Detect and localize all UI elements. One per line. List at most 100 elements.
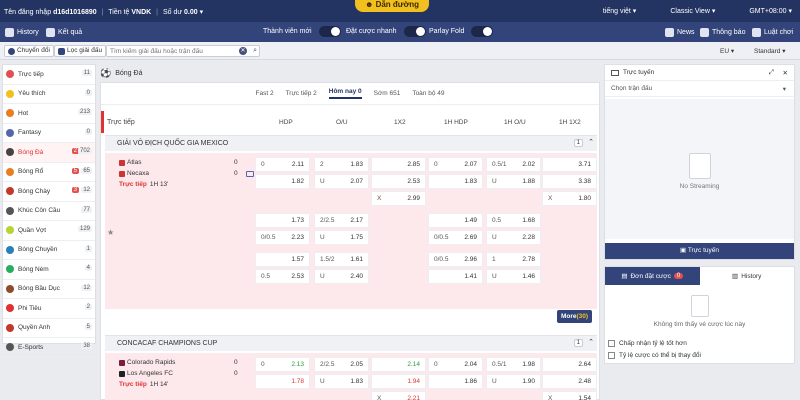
odds-cell[interactable]: 1.94	[371, 374, 426, 389]
tab-history[interactable]: ▥ History	[700, 267, 795, 285]
odds-cell[interactable]: X 1.80	[542, 191, 597, 206]
sidebar-item[interactable]: Khúc Côn Cầu 77	[3, 202, 95, 221]
notice-button[interactable]: Thông báo	[700, 28, 745, 37]
odds-cell[interactable]: X 2.99	[371, 191, 426, 206]
accept-better-odds-checkbox[interactable]: Chấp nhận tỷ lệ tốt hơn	[608, 340, 687, 347]
tab-market[interactable]: Trực tiếp 2	[286, 90, 317, 97]
match-select[interactable]: Chọn trận đấu ▾	[605, 81, 794, 97]
odds-cell[interactable]: 1.73	[255, 213, 310, 228]
history-button[interactable]: History	[5, 28, 39, 37]
result-button[interactable]: Kết quả	[46, 28, 82, 37]
timezone-select[interactable]: GMT+08:00	[749, 7, 792, 15]
view-select[interactable]: Classic View	[670, 7, 715, 15]
odds-cell[interactable]: U 2.07	[314, 174, 369, 189]
odds-cell[interactable]: 0/0.5 2.96	[428, 252, 483, 267]
sidebar-item[interactable]: Fantasy 0	[3, 124, 95, 143]
live-stream-button[interactable]: ▣ Trực tuyến	[605, 243, 794, 259]
chevron-up-icon[interactable]: ⌃	[588, 338, 594, 346]
odds-type-select[interactable]: Standard	[754, 47, 785, 55]
sidebar-item[interactable]: Yêu thích 0	[3, 85, 95, 104]
parlay-toggle[interactable]: Parlay Fold	[429, 26, 494, 37]
odds-cell[interactable]: U 1.83	[314, 374, 369, 389]
odds-cell[interactable]: 3.71	[542, 157, 597, 172]
odds-cell[interactable]: 2.85	[371, 157, 426, 172]
checkbox-icon[interactable]	[608, 340, 615, 347]
odds-cell[interactable]: 1.49	[428, 213, 483, 228]
sidebar-item[interactable]: Hot 213	[3, 104, 95, 124]
clear-icon[interactable]: ✕	[239, 47, 247, 55]
new-members-toggle[interactable]: Thành viên mới	[263, 26, 341, 37]
odds-cell[interactable]: 1.83	[428, 174, 483, 189]
favorite-star-icon[interactable]: ★	[107, 228, 114, 237]
region-select[interactable]: EU	[720, 47, 734, 55]
odds-cell[interactable]: 0 2.11	[255, 157, 310, 172]
odds-cell[interactable]: 1.78	[255, 374, 310, 389]
odds-cell[interactable]: 2.14	[371, 357, 426, 372]
odds-cell[interactable]: 1 2.78	[486, 252, 541, 267]
sidebar-item[interactable]: Bóng Ném 4	[3, 260, 95, 280]
sidebar-item[interactable]: Quyền Anh 5	[3, 319, 95, 338]
news-button[interactable]: News	[665, 28, 695, 37]
odds-cell[interactable]: 2/2.5 2.05	[314, 357, 369, 372]
tab-market[interactable]: Sớm 651	[374, 90, 401, 97]
odds-cell[interactable]: 1.5/2 1.61	[314, 252, 369, 267]
search-icon[interactable]: ⌕	[253, 47, 257, 55]
chevron-down-icon[interactable]: ▾	[200, 9, 204, 16]
odds-cell[interactable]: U 1.46	[486, 269, 541, 284]
checkbox-icon[interactable]	[608, 352, 615, 359]
odds-cell[interactable]: 3.38	[542, 174, 597, 189]
odds-cell[interactable]: 0/0.5 2.69	[428, 230, 483, 245]
odds-cell[interactable]: 0/0.5 2.23	[255, 230, 310, 245]
tab-market[interactable]: Fast 2	[256, 90, 274, 97]
expand-icon[interactable]: ⤢	[769, 69, 774, 77]
odds-cell[interactable]: X 1.54	[542, 391, 597, 400]
odds-cell[interactable]: 0.5 1.68	[486, 213, 541, 228]
odds-cell[interactable]: 0 2.04	[428, 357, 483, 372]
league-header[interactable]: GIẢI VÔ ĐỊCH QUỐC GIA MEXICO 1 ⌃	[105, 135, 597, 151]
tv-icon[interactable]	[246, 171, 254, 177]
odds-cell[interactable]: 1.41	[428, 269, 483, 284]
sidebar-item[interactable]: Bóng Chuyền 1	[3, 241, 95, 260]
close-icon[interactable]: ✕	[783, 69, 788, 77]
more-button[interactable]: More(30)	[557, 310, 592, 323]
odds-cell[interactable]: 2.64	[542, 357, 597, 372]
quick-bet-toggle[interactable]: Đặt cược nhanh	[346, 26, 426, 37]
language-select[interactable]: tiếng việt	[603, 7, 637, 15]
search-input[interactable]	[107, 46, 237, 56]
odds-cell[interactable]: U 2.28	[486, 230, 541, 245]
toggle-icon[interactable]	[471, 26, 494, 37]
odds-cell[interactable]: 1.86	[428, 374, 483, 389]
sidebar-item[interactable]: Quần Vợt 129	[3, 221, 95, 241]
odds-cell[interactable]: U 2.40	[314, 269, 369, 284]
sidebar-item[interactable]: Trực tiếp 11	[3, 65, 95, 85]
odds-cell[interactable]: 2.48	[542, 374, 597, 389]
sidebar-item[interactable]: Bóng Chày 3 12	[3, 182, 95, 202]
odds-cell[interactable]: X 2.21	[371, 391, 426, 400]
toggle-icon[interactable]	[318, 26, 341, 37]
tab-market[interactable]: Toàn bộ 49	[412, 90, 444, 97]
toggle-icon[interactable]	[403, 26, 426, 37]
sidebar-item[interactable]: Phi Tiêu 2	[3, 299, 95, 319]
tab-market[interactable]: Hôm nay 0	[328, 88, 362, 99]
odds-cell[interactable]: 2 1.83	[314, 157, 369, 172]
odds-cell[interactable]: 2.53	[371, 174, 426, 189]
switch-button[interactable]: Chuyển đổi	[4, 45, 54, 57]
odds-cell[interactable]: U 1.88	[486, 174, 541, 189]
odds-cell[interactable]: 0 2.07	[428, 157, 483, 172]
odds-cell[interactable]: U 1.90	[486, 374, 541, 389]
odds-may-change-checkbox[interactable]: Tỷ lệ cược có thể bị thay đổi	[608, 352, 701, 359]
sidebar-item[interactable]: Bóng Rổ 5 65	[3, 163, 95, 182]
odds-cell[interactable]: 0.5/1 2.02	[486, 157, 541, 172]
odds-cell[interactable]: 0 2.13	[255, 357, 310, 372]
odds-cell[interactable]: U 1.75	[314, 230, 369, 245]
guide-button[interactable]: ☻ Dẫn đường	[355, 0, 429, 12]
odds-cell[interactable]: 2/2.5 2.17	[314, 213, 369, 228]
rules-button[interactable]: Luật chơi	[752, 28, 793, 37]
sidebar-item[interactable]: Bóng Đá 2 702	[3, 143, 95, 163]
odds-cell[interactable]: 1.57	[255, 252, 310, 267]
chevron-up-icon[interactable]: ⌃	[588, 138, 594, 146]
filter-button[interactable]: Lọc giải đấu	[54, 45, 107, 57]
odds-cell[interactable]: 1.82	[255, 174, 310, 189]
odds-cell[interactable]: 0.5/1 1.98	[486, 357, 541, 372]
tab-bet-slip[interactable]: ▤ Đơn đặt cược 0	[605, 267, 700, 285]
